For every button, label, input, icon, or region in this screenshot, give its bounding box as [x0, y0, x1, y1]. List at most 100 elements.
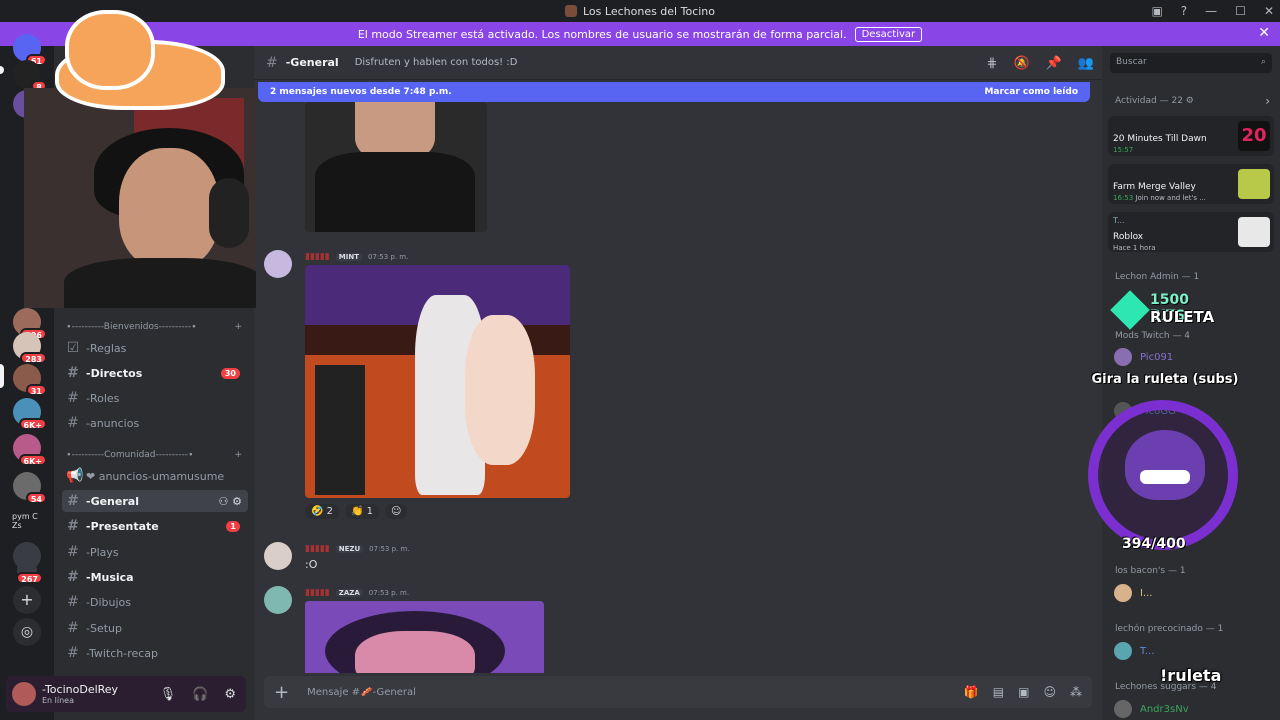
activity-user: T... [1113, 216, 1125, 225]
hash-icon: # [67, 645, 79, 661]
server-icon[interactable]: 6K+ [13, 398, 47, 430]
server-icon[interactable]: 267 [16, 560, 43, 584]
message-header: ▮▮▮▮▮ ZAZA 07:53 p. m. [305, 588, 409, 598]
channel-anuncios-umamusume[interactable]: 📢 ❤ anuncios-umamusume [62, 465, 248, 487]
avatar[interactable] [264, 542, 292, 570]
message-input[interactable]: Mensaje #🥓-General [307, 687, 416, 698]
timestamp: 07:53 p. m. [368, 589, 410, 597]
microphone-icon[interactable]: 🎙 [160, 687, 177, 702]
disable-streamer-button[interactable]: Desactivar [854, 26, 923, 42]
close-banner-icon[interactable]: ✕ [1258, 25, 1270, 41]
message-header: ▮▮▮▮▮ MINT 07:53 p. m. [305, 252, 408, 262]
activity-card[interactable]: 20 Minutes Till Dawn 15:57 20 [1108, 116, 1274, 156]
game-thumbnail: 20 [1238, 121, 1270, 151]
server-badge: 6K+ [18, 418, 47, 430]
member-item[interactable]: I... [1114, 584, 1153, 602]
search-input[interactable]: Buscar ⌕ [1110, 53, 1272, 73]
new-messages-bar[interactable]: 2 mensajes nuevos desde 7:48 p.m. Marcar… [258, 82, 1090, 102]
author-name[interactable]: ▮▮▮▮▮ [305, 588, 330, 598]
server-icon[interactable]: 31 [13, 364, 47, 396]
roulette-overlay: Gira la ruleta (subs) 394/400 [1080, 360, 1250, 560]
mark-as-read-button[interactable]: Marcar como leído [984, 87, 1078, 97]
channel-directos[interactable]: # -Directos 30 [62, 362, 248, 384]
settings-gear-icon[interactable]: ⚙ [224, 687, 236, 702]
channel-presentate[interactable]: # -Presentate 1 [62, 515, 248, 537]
reaction[interactable]: 👏 1 [345, 504, 380, 519]
sticker-icon[interactable]: ▣ [1018, 685, 1029, 699]
chevron-right-icon[interactable]: › [1265, 94, 1270, 108]
pin-icon[interactable]: 📌 [1046, 56, 1062, 71]
activity-card[interactable]: T... Roblox Hace 1 hora [1108, 212, 1274, 252]
mute-bell-icon[interactable]: 🔕 [1013, 56, 1029, 71]
message-image[interactable] [305, 601, 544, 673]
message-image[interactable] [305, 102, 487, 232]
server-icon[interactable]: 283 [13, 332, 47, 364]
gift-icon[interactable]: 🎁 [964, 685, 979, 699]
channel-anuncios[interactable]: # -anuncios [62, 412, 248, 434]
channel-setup[interactable]: # -Setup [62, 617, 248, 639]
avatar [1114, 584, 1132, 602]
avatar[interactable] [264, 586, 292, 614]
timestamp: 07:53 p. m. [369, 545, 410, 553]
mention-badge: 1 [226, 520, 240, 532]
headphones-icon[interactable]: 🎧 [192, 687, 208, 702]
avatar[interactable] [264, 250, 292, 278]
avatar[interactable] [12, 682, 36, 706]
hash-icon: # [67, 518, 79, 534]
role-group-header: Lechon Admin — 1 [1115, 272, 1200, 282]
command-overlay: !ruleta [1160, 666, 1222, 685]
discover-icon[interactable]: ◎ [13, 618, 41, 646]
server-icon [565, 5, 577, 17]
window-controls: ▣ ? — ☐ ✕ [1151, 0, 1274, 22]
member-list-icon[interactable]: 👥 [1078, 56, 1094, 71]
category-bienvenidos[interactable]: ∙----------Bienvenidos----------∙ + [66, 322, 242, 332]
member-item[interactable]: T... [1114, 642, 1154, 660]
activity-time: 15:57 [1113, 146, 1134, 154]
member-item[interactable]: Andr3sNv [1114, 700, 1189, 718]
channel-general[interactable]: # -General ⚇ ⚙ [62, 490, 248, 512]
channel-plays[interactable]: # -Plays [62, 541, 248, 563]
server-icon[interactable]: 54 [13, 472, 47, 504]
author-name[interactable]: ▮▮▮▮▮ [305, 252, 330, 262]
server-icon[interactable]: 8 [13, 60, 47, 92]
gif-icon[interactable]: ▤ [993, 685, 1004, 699]
channel-roles[interactable]: # -Roles [62, 387, 248, 409]
hash-icon: # [67, 390, 79, 406]
message-image[interactable] [305, 265, 570, 498]
server-icon-home[interactable]: 61 [13, 34, 47, 66]
activity-header[interactable]: Actividad — 22 ⚙ [1115, 96, 1194, 106]
author-name[interactable]: ▮▮▮▮▮ [305, 544, 330, 554]
apps-icon[interactable]: ⁂ [1070, 685, 1082, 699]
activity-time: Hace 1 hora [1113, 244, 1156, 252]
category-comunidad[interactable]: ∙----------Comunidad----------∙ + [66, 450, 242, 460]
activity-game: Farm Merge Valley [1113, 182, 1196, 192]
channel-reglas[interactable]: ☑ -Reglas [62, 337, 248, 359]
message-composer: + Mensaje #🥓-General 🎁 ▤ ▣ ☺ ⁂ [264, 676, 1092, 708]
role-tag: MINT [335, 253, 362, 261]
add-server-icon[interactable]: + [13, 586, 41, 614]
maximize-button[interactable]: ☐ [1235, 4, 1246, 18]
channel-settings-icons[interactable]: ⚇ ⚙ [218, 495, 242, 508]
server-icon[interactable]: 6K+ [13, 434, 47, 466]
hash-icon: # [67, 415, 79, 431]
avatar [1114, 642, 1132, 660]
user-status: En línea [42, 696, 75, 705]
hash-icon: # [67, 544, 79, 560]
inbox-icon[interactable]: ▣ [1151, 4, 1162, 18]
help-icon[interactable]: ? [1181, 4, 1187, 18]
threads-icon[interactable]: ⋕ [987, 56, 998, 71]
channel-dibujos[interactable]: # -Dibujos [62, 591, 248, 613]
channel-twitch-recap[interactable]: # -Twitch-recap [62, 642, 248, 664]
channel-name: -General [285, 56, 339, 69]
reaction[interactable]: 🤣 2 [305, 504, 340, 519]
close-window-button[interactable]: ✕ [1264, 4, 1274, 18]
server-folder-label[interactable]: pym C Zs [12, 512, 38, 530]
add-attachment-icon[interactable]: + [274, 682, 289, 703]
minimize-button[interactable]: — [1205, 4, 1217, 18]
channel-musica[interactable]: # -Musica [62, 566, 248, 588]
add-reaction-icon[interactable]: ☺ [385, 504, 408, 519]
channel-header: # -General Disfruten y hablen con todos!… [254, 46, 1102, 80]
role-group-header: Mods Twitch — 4 [1115, 331, 1191, 341]
emoji-icon[interactable]: ☺ [1043, 685, 1056, 699]
activity-card[interactable]: Farm Merge Valley 16:53 Join now and let… [1108, 164, 1274, 204]
